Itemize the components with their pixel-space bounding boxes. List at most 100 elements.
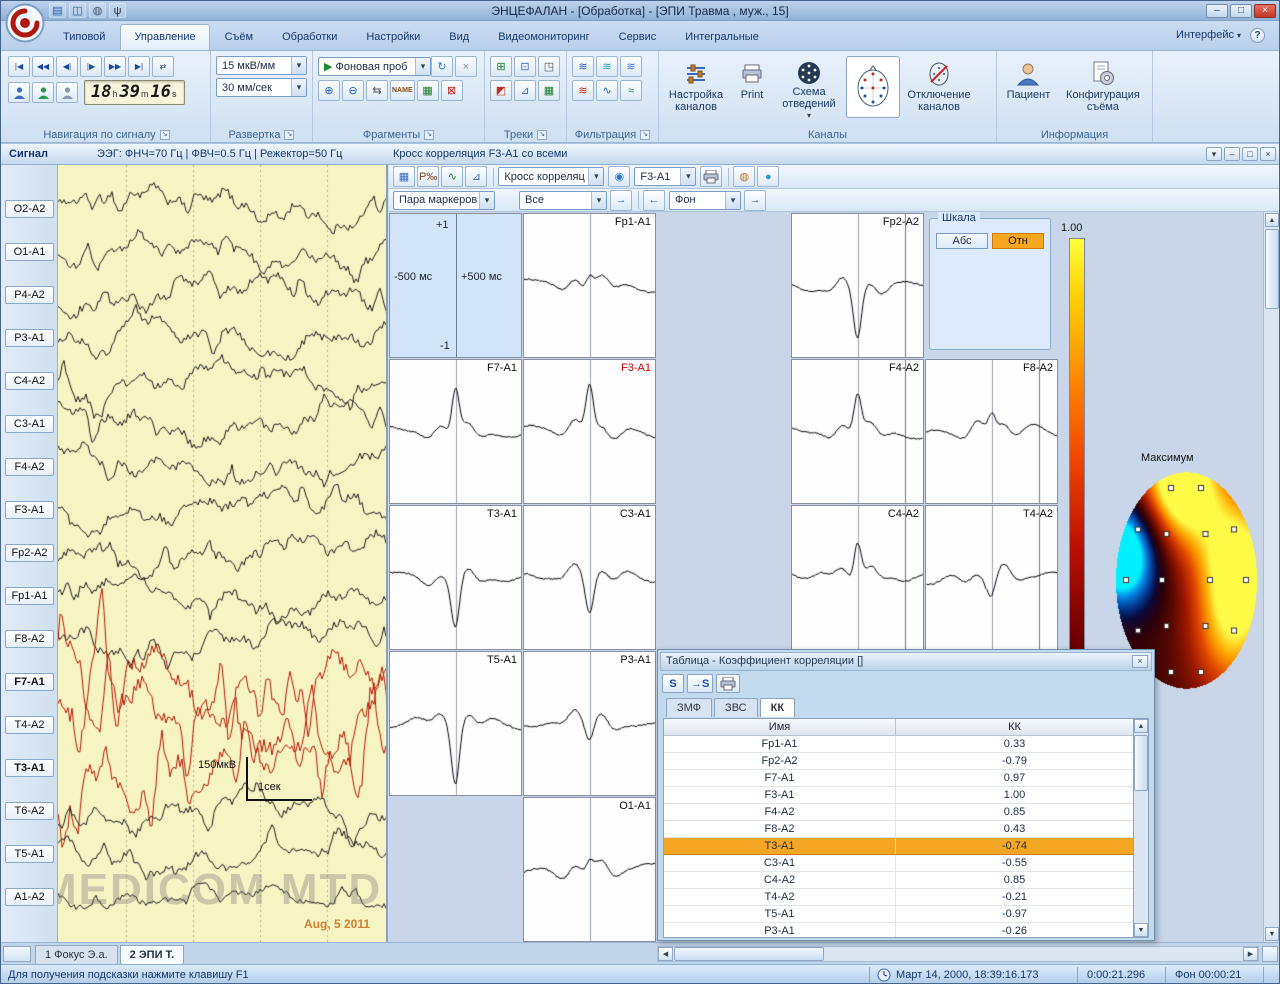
channel-label-P4-A2[interactable]: P4-A2	[5, 286, 54, 304]
copy-track-icon[interactable]: ⊡	[514, 56, 536, 77]
table-row-T5-A1[interactable]: T5-A1 -0.97	[664, 906, 1133, 923]
speed-select[interactable]: 30 мм/сек	[216, 78, 307, 97]
name-label-icon[interactable]: NAME	[390, 80, 415, 101]
chevron-down-icon[interactable]	[479, 191, 494, 209]
scrollbar-thumb[interactable]	[1265, 229, 1279, 309]
table-row-T4-A2[interactable]: T4-A2 -0.21	[664, 889, 1133, 906]
palette-icon[interactable]: ◍	[733, 166, 756, 187]
help-button[interactable]: ?	[1250, 28, 1265, 43]
patient-group-icon[interactable]	[56, 82, 78, 103]
print-button[interactable]: Print	[731, 55, 773, 123]
table-row-F8-A2[interactable]: F8-A2 0.43	[664, 821, 1133, 838]
channel-label-Fp2-A2[interactable]: Fp2-A2	[5, 544, 54, 562]
corr-plot-T4-A2[interactable]: T4-A2	[925, 505, 1058, 650]
scrollbar-thumb[interactable]	[1134, 735, 1148, 791]
chevron-down-icon[interactable]	[415, 58, 430, 75]
chevron-down-icon[interactable]	[291, 79, 306, 96]
chevron-down-icon[interactable]	[588, 168, 604, 185]
title-bar[interactable]: ЭНЦЕФАЛАН - [Обработка] - [ЭПИ Травма , …	[1, 1, 1279, 21]
table-tab-ЗВС[interactable]: ЗВС	[714, 698, 758, 717]
table-tab-КК[interactable]: КК	[759, 698, 796, 717]
channel-label-A1-A2[interactable]: A1-A2	[5, 888, 54, 906]
ribbon-tab-Управление[interactable]: Управление	[120, 24, 210, 50]
channel-label-C4-A2[interactable]: C4-A2	[5, 372, 54, 390]
document-tab-2 ЭПИ Т.[interactable]: 2 ЭПИ Т.	[119, 945, 185, 965]
channel-label-T4-A2[interactable]: T4-A2	[5, 716, 54, 734]
chevron-down-icon[interactable]	[591, 191, 606, 209]
corr-plot-P3-A1[interactable]: P3-A1	[523, 651, 656, 796]
channel-disable-button[interactable]: Отключение каналов	[903, 55, 975, 123]
table-row-C3-A1[interactable]: C3-A1 -0.55	[664, 855, 1133, 872]
print-table-button[interactable]	[716, 674, 741, 693]
interface-menu[interactable]: Интерфейс ▾	[1176, 29, 1241, 41]
print-correlation-button[interactable]	[700, 166, 723, 187]
table-row-P3-A1[interactable]: P3-A1 -0.26	[664, 923, 1133, 937]
channel-label-T5-A1[interactable]: T5-A1	[5, 845, 54, 863]
save-icon[interactable]: ▤	[49, 3, 66, 18]
panel-close-button[interactable]: ×	[1260, 147, 1276, 161]
tab-scroll-button[interactable]	[3, 946, 31, 962]
swap-icon[interactable]: ⇆	[366, 80, 388, 101]
app-logo-icon[interactable]	[5, 3, 45, 46]
correlation-table-window[interactable]: Таблица - Коэффициент корреляции [] × S …	[657, 649, 1155, 941]
channel-label-T3-A1[interactable]: T3-A1	[5, 759, 54, 777]
ribbon-tab-Типовой[interactable]: Типовой	[49, 24, 119, 50]
channel-label-T6-A2[interactable]: T6-A2	[5, 802, 54, 820]
panel-minimize-button[interactable]: –	[1224, 147, 1240, 161]
chevron-down-icon[interactable]	[725, 191, 740, 209]
channel-label-Fp1-A1[interactable]: Fp1-A1	[5, 587, 54, 605]
fragment-select[interactable]: ▶ Фоновая проб	[318, 57, 431, 76]
minimize-button[interactable]: –	[1206, 4, 1228, 18]
grid-icon[interactable]: ▦	[538, 80, 560, 101]
zoom-in-icon[interactable]: ⊕	[318, 80, 340, 101]
scroll-down-icon[interactable]: ▼	[1265, 927, 1279, 941]
ribbon-tab-Интегральные[interactable]: Интегральные	[671, 24, 773, 50]
vertical-scrollbar[interactable]: ▲ ▼	[1263, 212, 1279, 942]
corr-plot-Fp1-A1[interactable]: Fp1-A1	[523, 213, 656, 358]
delete-fragment-icon[interactable]: ×	[455, 56, 477, 77]
histogram-icon[interactable]: ⊿	[465, 166, 488, 187]
column-header-kk[interactable]: КК	[896, 719, 1133, 735]
chevron-down-icon[interactable]	[291, 57, 306, 74]
scroll-up-icon[interactable]: ▲	[1134, 719, 1148, 733]
group-expand-icon[interactable]: ↘	[537, 130, 548, 140]
auto-scale-icon[interactable]: ◳	[538, 56, 560, 77]
table-tab-ЗМФ[interactable]: ЗМФ	[666, 698, 713, 717]
channel-label-O2-A2[interactable]: O2-A2	[5, 200, 54, 218]
panel-restore-button[interactable]: □	[1242, 147, 1258, 161]
table-row-T3-A1[interactable]: T3-A1 -0.74	[664, 838, 1133, 855]
table-row-C4-A2[interactable]: C4-A2 0.85	[664, 872, 1133, 889]
band-filter-icon[interactable]: ≈	[620, 80, 642, 101]
nav-button-6[interactable]: ⇄	[152, 56, 174, 77]
save-table-button[interactable]: S	[662, 674, 684, 693]
apply-scope-button[interactable]: →	[610, 189, 632, 211]
scroll-right-icon[interactable]: ▶	[1243, 947, 1258, 961]
table-row-F4-A2[interactable]: F4-A2 0.85	[664, 804, 1133, 821]
antenna-icon[interactable]: ψ	[109, 3, 126, 18]
scrollbar-thumb[interactable]	[674, 947, 824, 961]
marker-pair-select[interactable]: Пара маркеров	[393, 190, 495, 210]
ribbon-tab-Видеомониторинг[interactable]: Видеомониторинг	[484, 24, 603, 50]
scale-rel-button[interactable]: Отн	[992, 233, 1044, 249]
delta-icon[interactable]: ⊿	[514, 80, 536, 101]
apply-fragment-button[interactable]: →	[744, 189, 766, 211]
group-expand-icon[interactable]: ↘	[284, 130, 295, 140]
nav-button-1[interactable]: ◀◀	[32, 56, 54, 77]
channel-label-O1-A1[interactable]: O1-A1	[5, 243, 54, 261]
gain-select[interactable]: 15 мкВ/мм	[216, 56, 307, 75]
maximize-button[interactable]: □	[1230, 4, 1252, 18]
document-tab-1 Фокус Э.а.[interactable]: 1 Фокус Э.а.	[35, 945, 118, 965]
nav-button-4[interactable]: ▶▶	[104, 56, 126, 77]
ribbon-tab-Съём[interactable]: Съём	[211, 24, 268, 50]
channel-setup-button[interactable]: Настройка каналов	[663, 55, 729, 123]
corr-plot-C4-A2[interactable]: C4-A2	[791, 505, 924, 650]
corr-plot-F4-A2[interactable]: F4-A2	[791, 359, 924, 504]
grid-view-icon[interactable]: ▦	[393, 166, 415, 187]
device-icon[interactable]: ◍	[89, 3, 106, 18]
lowpass-filter-icon[interactable]: ≋	[572, 56, 594, 77]
table-row-Fp1-A1[interactable]: Fp1-A1 0.33	[664, 736, 1133, 753]
scope-select[interactable]: Все	[519, 190, 607, 210]
table-scrollbar[interactable]: ▲ ▼	[1133, 718, 1149, 938]
channel-label-F8-A2[interactable]: F8-A2	[5, 630, 54, 648]
nav-button-0[interactable]: |◀	[8, 56, 30, 77]
